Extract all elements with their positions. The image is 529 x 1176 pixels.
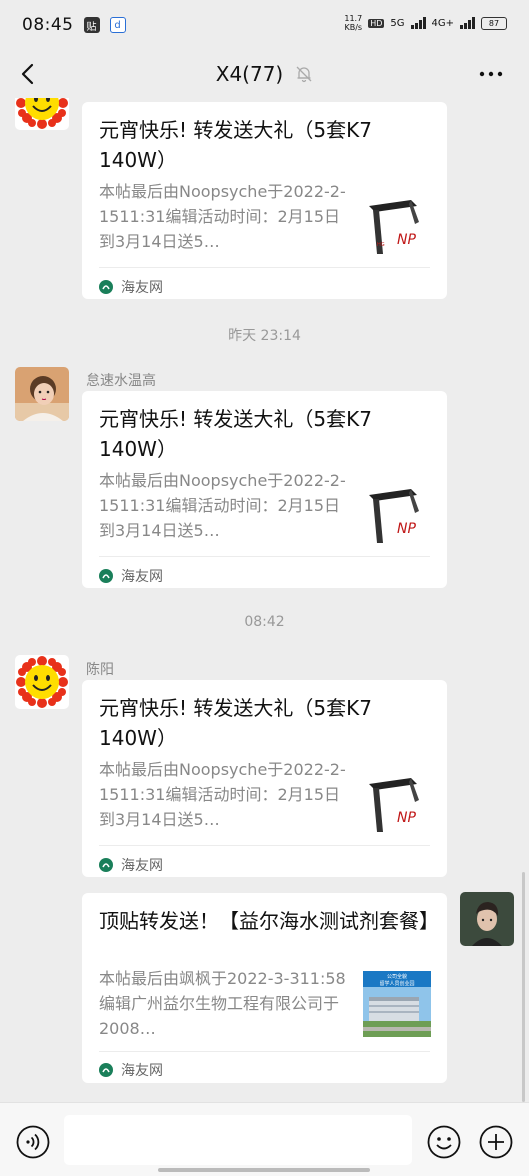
- signal-icon: [410, 17, 426, 29]
- input-bar: [0, 1102, 529, 1176]
- chat-header: X4(77): [0, 50, 529, 98]
- card-source: 海友网: [99, 566, 163, 586]
- sim1-label: 5G: [390, 17, 405, 29]
- haiyou-logo-icon: [99, 280, 113, 294]
- haiyou-logo-icon: [99, 1063, 113, 1077]
- haiyou-logo-icon: [99, 569, 113, 583]
- svg-text:NP: NP: [397, 810, 416, 826]
- voice-icon[interactable]: [16, 1125, 50, 1159]
- young-man-photo-avatar[interactable]: [460, 892, 514, 946]
- card-source: 海友网: [99, 277, 163, 297]
- card-source: 海友网: [99, 855, 163, 875]
- card-description: 本帖最后由飒枫于2022-3-311:58编辑广州益尔生物工程有限公司于2008…: [99, 969, 346, 1038]
- chat-message-list[interactable]: 元宵快乐! 转发送大礼（5套K7 140W） 本帖最后由Noopsyche于20…: [0, 98, 529, 1102]
- status-indicators: 11.7 KB/s HD 5G 4G+ 87: [344, 14, 507, 32]
- status-bar: 08:45 贴 d 11.7 KB/s HD 5G 4G+ 87: [0, 0, 529, 50]
- plus-icon[interactable]: [479, 1125, 513, 1159]
- haiyou-logo-icon: [99, 858, 113, 872]
- message-input[interactable]: [64, 1115, 412, 1165]
- card-divider: [99, 556, 430, 557]
- battery-icon: 87: [481, 16, 507, 30]
- emoji-icon[interactable]: [427, 1125, 461, 1159]
- child-photo-image: [15, 367, 69, 421]
- hd-badge: HD: [368, 18, 385, 28]
- svg-text:NP: NP: [397, 521, 416, 537]
- card-title: 元宵快乐! 转发送大礼（5套K7 140W）: [99, 407, 372, 461]
- svg-text:HG: HG: [377, 242, 385, 248]
- sim2-label: 4G+: [431, 17, 455, 29]
- thumb-caption-1: 公司全貌: [387, 973, 407, 980]
- svg-text:NP: NP: [397, 232, 416, 248]
- sun-avatar-image: [15, 655, 69, 709]
- child-photo-avatar[interactable]: [15, 367, 69, 421]
- card-divider: [99, 845, 430, 846]
- signal-icon: [460, 17, 475, 29]
- back-arrow-icon[interactable]: [18, 62, 40, 86]
- card-title: 元宵快乐! 转发送大礼（5套K7 140W）: [99, 118, 372, 172]
- link-card[interactable]: 元宵快乐! 转发送大礼（5套K7 140W） 本帖最后由Noopsyche于20…: [82, 680, 447, 877]
- sender-name: 陈阳: [86, 662, 114, 678]
- tieba-app-icon: 贴: [83, 17, 100, 33]
- card-description: 本帖最后由Noopsyche于2022-2-1511:31编辑活动时间：2月15…: [99, 760, 346, 829]
- aquarium-light-thumbnail: NP: [361, 483, 431, 553]
- link-card[interactable]: 元宵快乐! 转发送大礼（5套K7 140W） 本帖最后由Noopsyche于20…: [82, 391, 447, 588]
- status-time: 08:45: [22, 15, 74, 35]
- card-source: 海友网: [99, 1060, 163, 1080]
- card-description: 本帖最后由Noopsyche于2022-2-1511:31编辑活动时间：2月15…: [99, 471, 346, 540]
- card-divider: [99, 1051, 430, 1052]
- card-title: 顶贴转发送！【益尔海水测试剂套餐】: [99, 909, 439, 933]
- network-speed: 11.7 KB/s: [344, 14, 363, 32]
- aquarium-light-thumbnail: NP: [361, 772, 431, 842]
- sun-avatar[interactable]: [15, 655, 69, 709]
- mute-bell-icon: [296, 66, 312, 83]
- aquarium-light-thumbnail: NP HG: [361, 194, 431, 264]
- home-indicator[interactable]: [158, 1168, 370, 1172]
- thumb-caption-2: 留学人员创业园: [379, 980, 414, 987]
- timestamp: 昨天 23:14: [228, 328, 301, 344]
- link-card[interactable]: 元宵快乐! 转发送大礼（5套K7 140W） 本帖最后由Noopsyche于20…: [82, 102, 447, 299]
- company-building-thumbnail: 公司全貌 留学人员创业园: [363, 971, 431, 1037]
- more-options-icon[interactable]: [477, 64, 505, 84]
- card-description: 本帖最后由Noopsyche于2022-2-1511:31编辑活动时间：2月15…: [99, 182, 346, 251]
- young-man-photo-image: [460, 892, 514, 946]
- sun-avatar[interactable]: [15, 98, 69, 130]
- chat-title: X4(77): [215, 62, 284, 86]
- scrollbar-thumb[interactable]: [522, 872, 525, 1102]
- timestamp: 08:42: [244, 614, 285, 630]
- card-divider: [99, 267, 430, 268]
- sender-name: 怠速水温高: [86, 373, 156, 389]
- link-card[interactable]: 顶贴转发送！【益尔海水测试剂套餐】 本帖最后由飒枫于2022-3-311:58编…: [82, 893, 447, 1083]
- sun-avatar-image: [15, 98, 69, 130]
- app-notification-icon: d: [109, 17, 126, 33]
- card-title: 元宵快乐! 转发送大礼（5套K7 140W）: [99, 696, 372, 750]
